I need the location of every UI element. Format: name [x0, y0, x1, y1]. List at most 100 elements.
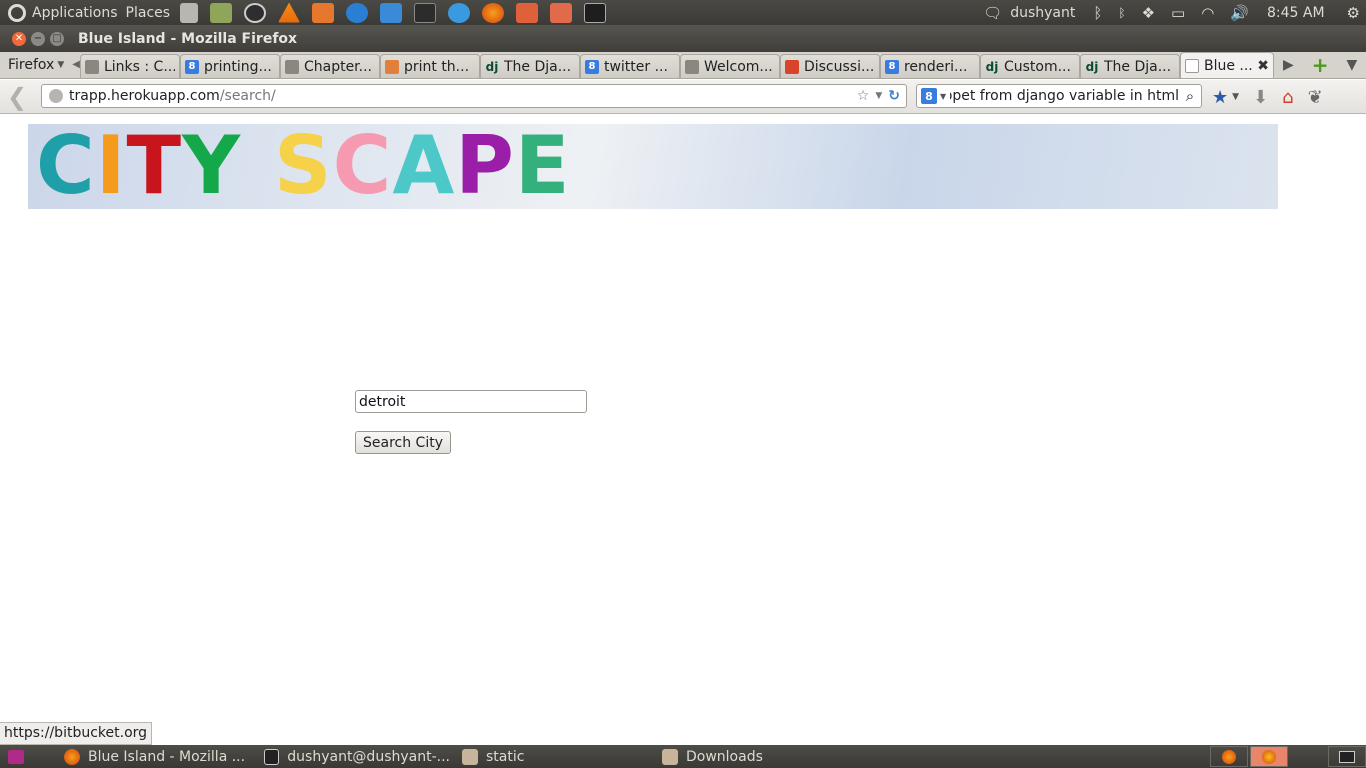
tab-tools: ▶ + ▼	[1274, 51, 1366, 78]
workspace-firefox-icon[interactable]	[1210, 746, 1248, 767]
clock-app-icon[interactable]	[244, 2, 267, 23]
logo-letter: A	[392, 124, 454, 209]
trash-icon[interactable]	[180, 2, 199, 23]
browser-tab[interactable]: Discussi...	[779, 54, 880, 78]
workspace-active-firefox-icon[interactable]	[1250, 746, 1288, 767]
editor-icon[interactable]	[380, 2, 403, 23]
django-icon: dj	[985, 59, 999, 74]
user-name[interactable]: dushyant	[1010, 5, 1075, 21]
maximize-window-button[interactable]: □	[50, 31, 64, 46]
close-tab-icon[interactable]: ✖	[1257, 58, 1269, 74]
close-window-button[interactable]: ✕	[12, 31, 26, 46]
downloads-folder-icon[interactable]	[550, 2, 573, 23]
file-manager-icon[interactable]	[210, 2, 233, 23]
city-scape-logo: CITYSCAPE	[36, 124, 571, 209]
browser-tab[interactable]: 8 renderi...	[879, 54, 980, 78]
web-search-bar[interactable]: 8 ▼ ippet from django variable in html ⌕	[916, 84, 1202, 108]
taskbar-window-button[interactable]: Downloads	[656, 745, 816, 768]
applications-menu[interactable]: Applications	[32, 5, 118, 21]
taskbar-window-button[interactable]: Blue Island - Mozilla ...	[58, 745, 258, 768]
tab-strip: Firefox ▼ ◀ Links : C... 8 printing... Chap…	[0, 52, 1366, 79]
chevron-left-icon: ◀	[72, 59, 80, 70]
firefox-launcher-icon[interactable]	[482, 2, 505, 23]
battery-icon[interactable]: ▭	[1171, 4, 1185, 22]
home-folder-icon[interactable]	[516, 2, 539, 23]
search-icon[interactable]: ⌕	[1179, 87, 1201, 105]
engine-dropdown-icon[interactable]: ▼	[940, 92, 946, 101]
logo-letter: E	[514, 124, 570, 209]
google-icon: 8	[584, 59, 599, 74]
tab-label: Chapter...	[303, 58, 373, 75]
url-bar[interactable]: trapp.herokuapp.com/search/ ☆ ▼ ↻	[41, 84, 907, 108]
browser-tab[interactable]: dj Custom...	[979, 54, 1080, 78]
bookmarks-icon[interactable]: ★	[1212, 87, 1228, 108]
tab-label: The Dja...	[1103, 58, 1172, 75]
browser-tab[interactable]: Links : C...	[79, 54, 180, 78]
taskbar-window-button[interactable]: dushyant@dushyant-...	[258, 745, 456, 768]
workspace-terminal-icon[interactable]	[1328, 746, 1366, 767]
search-city-button[interactable]: Search City	[355, 431, 451, 454]
tab-label: Discussi...	[803, 58, 875, 75]
page-icon	[684, 59, 699, 74]
blank-page-icon	[1184, 58, 1199, 73]
software-center-icon[interactable]	[312, 2, 335, 23]
navigation-toolbar: ❮ trapp.herokuapp.com/search/ ☆ ▼ ↻ 8 ▼ …	[0, 80, 1366, 114]
back-button[interactable]: ❮	[0, 83, 34, 111]
minimize-window-button[interactable]: −	[31, 31, 45, 46]
volume-icon[interactable]: 🔊	[1230, 4, 1249, 22]
tab-label: Welcom...	[703, 58, 773, 75]
ubuntu-menu-button[interactable]: Applications	[0, 0, 122, 25]
chat-icon[interactable]: 🗨	[983, 4, 1002, 22]
tab-scroll-left-button[interactable]: ◀	[72, 51, 80, 78]
wifi-icon[interactable]: ◠	[1201, 4, 1214, 22]
browser-tab[interactable]: dj The Dja...	[1079, 54, 1180, 78]
taskbar-item-label: static	[486, 748, 525, 765]
chrome-icon	[784, 59, 799, 74]
browser-tab[interactable]: 8 twitter ...	[579, 54, 680, 78]
system-top-panel: Applications Places 🗨 dushyant ᛒ ᛒ ❖ ▭ ◠…	[0, 0, 1366, 25]
city-scape-banner: CITYSCAPE	[28, 124, 1278, 209]
browser-tab[interactable]: dj The Dja...	[479, 54, 580, 78]
vlc-icon[interactable]	[278, 2, 301, 23]
browser-tab[interactable]: Chapter...	[279, 54, 380, 78]
clock[interactable]: 8:45 AM	[1267, 5, 1325, 21]
downloads-icon[interactable]: ⬇	[1253, 87, 1268, 108]
terminal-launcher-icon[interactable]	[584, 2, 607, 23]
bluetooth-small-icon[interactable]: ᛒ	[1118, 6, 1125, 20]
browser-app-icon[interactable]	[448, 2, 471, 23]
page-icon	[84, 59, 99, 74]
google-icon: 8	[184, 59, 199, 74]
bluetooth-icon[interactable]: ᛒ	[1093, 4, 1102, 22]
firefox-icon	[64, 748, 80, 765]
taskbar-tray	[1208, 745, 1366, 768]
tab-label: print th...	[403, 58, 470, 75]
browser-tab[interactable]: Welcom...	[679, 54, 780, 78]
tab-scroll-right-button[interactable]: ▶	[1283, 57, 1294, 73]
url-history-dropdown-icon[interactable]: ▼	[875, 91, 882, 101]
taskbar-item-label: Downloads	[686, 748, 763, 765]
browser-tab[interactable]: Blue ... ✖	[1179, 52, 1274, 78]
list-all-tabs-button[interactable]: ▼	[1347, 57, 1358, 73]
terminal-icon	[264, 748, 280, 765]
dropbox-icon[interactable]: ❖	[1142, 4, 1155, 22]
google-engine-icon[interactable]: 8	[921, 88, 937, 104]
city-search-input[interactable]	[355, 390, 587, 413]
addon-icon[interactable]: ❦	[1308, 87, 1323, 108]
new-tab-button[interactable]: +	[1312, 53, 1329, 77]
gear-icon[interactable]: ⚙	[1347, 4, 1360, 22]
site-identity-icon[interactable]	[49, 89, 63, 103]
home-icon[interactable]: ⌂	[1282, 87, 1293, 108]
taskbar-window-button[interactable]: static	[456, 745, 656, 768]
places-menu[interactable]: Places	[122, 0, 175, 25]
system-monitor-icon[interactable]	[414, 2, 437, 23]
search-input[interactable]: ippet from django variable in html	[950, 88, 1179, 104]
bookmark-star-icon[interactable]: ☆	[857, 88, 870, 104]
browser-tab[interactable]: 8 printing...	[179, 54, 280, 78]
kde-app-icon[interactable]	[346, 2, 369, 23]
folder-icon	[662, 748, 678, 765]
bookmarks-dropdown-icon[interactable]: ▼	[1232, 92, 1239, 102]
browser-tab[interactable]: print th...	[379, 54, 480, 78]
reload-icon[interactable]: ↻	[888, 88, 900, 104]
show-desktop-icon[interactable]	[8, 749, 24, 764]
firefox-menu-button[interactable]: Firefox ▼	[0, 51, 72, 78]
